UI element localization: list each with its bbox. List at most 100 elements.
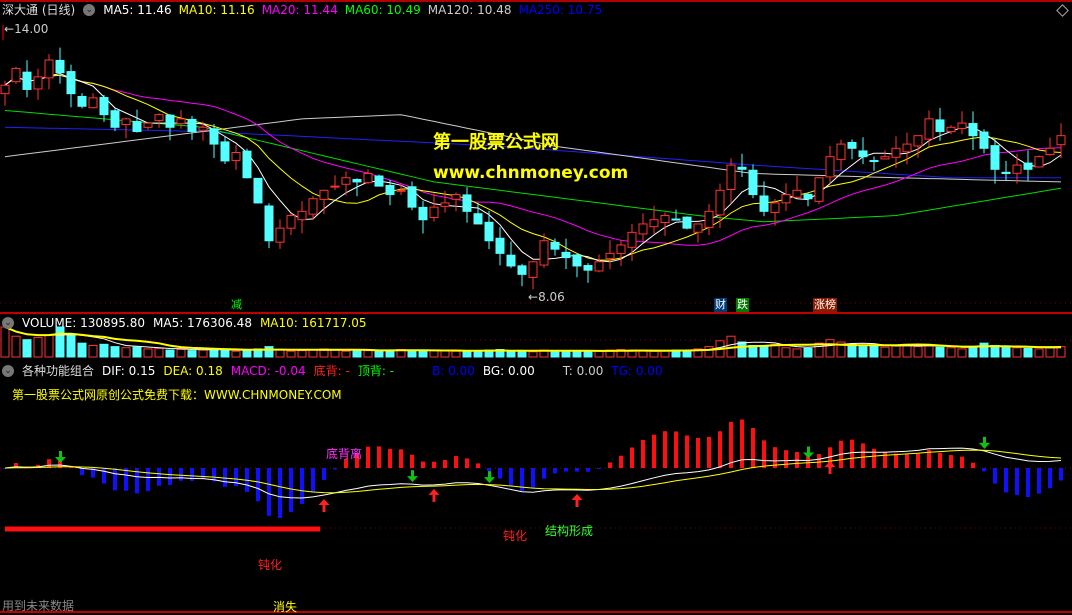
macd-histogram-bar bbox=[113, 468, 117, 491]
volume-bar bbox=[924, 344, 934, 358]
volume-bar bbox=[308, 349, 318, 358]
macd-histogram-bar bbox=[707, 436, 711, 468]
candle-down bbox=[968, 123, 978, 137]
annotation-structure-formed: 结构形成 bbox=[545, 524, 594, 538]
candle-up bbox=[660, 215, 670, 224]
macd-histogram-bar bbox=[553, 468, 557, 474]
candle-down bbox=[132, 121, 142, 132]
candle-down bbox=[418, 206, 428, 221]
volume-bar bbox=[968, 346, 978, 358]
candle-down bbox=[187, 118, 197, 132]
candle-down bbox=[572, 254, 582, 267]
chart-canvas[interactable] bbox=[0, 0, 1072, 614]
candle-up bbox=[792, 189, 802, 198]
volume-bar bbox=[297, 350, 307, 358]
low-price-label: ←8.06 bbox=[528, 290, 565, 304]
macd-histogram-bar bbox=[289, 468, 293, 513]
candle-up bbox=[814, 177, 824, 202]
volume-bar bbox=[704, 346, 714, 358]
macd-histogram-bar bbox=[454, 456, 458, 468]
candle-down bbox=[583, 265, 593, 271]
down-arrow-icon bbox=[979, 436, 990, 449]
stock-name[interactable]: 深大通 (日线) bbox=[2, 2, 75, 18]
candle-down bbox=[737, 166, 747, 170]
volume-bar bbox=[561, 350, 571, 358]
macd-histogram-bar bbox=[718, 431, 722, 468]
volume-bar bbox=[737, 341, 747, 358]
candle-up bbox=[880, 156, 890, 160]
candle-up bbox=[913, 135, 923, 147]
up-arrow-icon bbox=[318, 499, 330, 513]
candle-up bbox=[594, 261, 604, 272]
macd-histogram-bar bbox=[388, 448, 392, 468]
volume-bar bbox=[352, 349, 362, 358]
future-data-warning: 用到未来数据 bbox=[2, 599, 75, 613]
candle-up bbox=[836, 143, 846, 161]
candle-down bbox=[682, 216, 692, 229]
macd-histogram-bar bbox=[916, 453, 920, 468]
candle-down bbox=[561, 251, 571, 259]
candle-down bbox=[484, 221, 494, 242]
chevron-down-icon[interactable]: ⌄ bbox=[83, 4, 96, 16]
macd-histogram-bar bbox=[1059, 468, 1063, 481]
event-tag[interactable]: 跌 bbox=[736, 298, 749, 312]
bg-value: BG: 0.00 bbox=[482, 364, 535, 378]
candle-down bbox=[385, 184, 395, 196]
event-tag[interactable]: 减 bbox=[230, 298, 243, 312]
event-tag[interactable]: 财 bbox=[714, 298, 727, 312]
indicator-name[interactable]: 各种功能组合 bbox=[22, 363, 94, 379]
candle-down bbox=[1023, 162, 1033, 170]
volume-bar bbox=[231, 350, 241, 358]
macd-histogram-bar bbox=[421, 461, 425, 468]
candle-up bbox=[1012, 164, 1022, 174]
event-tag[interactable]: 涨榜 bbox=[813, 298, 837, 312]
candle-down bbox=[352, 179, 362, 183]
macd-histogram-bar bbox=[509, 468, 513, 486]
macd-histogram-bar bbox=[751, 427, 755, 468]
candle-up bbox=[11, 67, 21, 83]
dea-value: DEA: 0.18 bbox=[163, 364, 223, 378]
volume-bar bbox=[132, 346, 142, 358]
volume-header: ⌄ VOLUME: 130895.80 MA5: 176306.48 MA10:… bbox=[2, 315, 367, 331]
annotation-bottom-divergence: 底背离 bbox=[326, 447, 363, 461]
candle-up bbox=[1056, 135, 1066, 146]
chevron-down-icon[interactable]: ⌄ bbox=[2, 317, 14, 329]
macd-histogram-bar bbox=[311, 468, 315, 493]
candle-up bbox=[924, 118, 934, 140]
volume-bar bbox=[847, 343, 857, 358]
candle-up bbox=[176, 118, 186, 125]
candle-up bbox=[44, 59, 54, 79]
candle-down bbox=[979, 131, 989, 149]
candle-down bbox=[264, 205, 274, 242]
macd-value: MACD: -0.04 bbox=[230, 364, 306, 378]
candle-down bbox=[99, 97, 109, 116]
candle-down bbox=[935, 119, 945, 132]
ma-label: MA250: 10.75 bbox=[518, 3, 603, 17]
candle-down bbox=[66, 71, 76, 95]
macd-histogram-bar bbox=[157, 468, 161, 486]
volume-bar bbox=[803, 347, 813, 358]
macd-header: ⌄ 各种功能组合 DIF: 0.15 DEA: 0.18 MACD: -0.04… bbox=[2, 363, 663, 379]
macd-histogram-bar bbox=[531, 468, 535, 489]
annotation-blunt: 钝化 bbox=[503, 529, 528, 543]
candle-up bbox=[715, 189, 725, 216]
volume-ma10: MA10: 161717.05 bbox=[259, 316, 367, 330]
candle-up bbox=[825, 156, 835, 178]
macd-histogram-bar bbox=[498, 468, 502, 479]
volume-bar bbox=[374, 350, 384, 358]
up-arrow-icon bbox=[824, 460, 836, 474]
candle-up bbox=[770, 202, 780, 213]
promo-text[interactable]: 第一股票公式网原创公式免费下载：WWW.CHNMONEY.COM bbox=[12, 386, 342, 403]
volume-bar bbox=[154, 347, 164, 358]
macd-histogram-bar bbox=[278, 468, 282, 518]
candle-up bbox=[957, 122, 967, 129]
macd-histogram-bar bbox=[300, 468, 304, 504]
candle-down bbox=[220, 141, 230, 162]
candle-down bbox=[165, 114, 175, 128]
volume-bar bbox=[825, 339, 835, 358]
macd-histogram-bar bbox=[223, 468, 227, 487]
macd-histogram-bar bbox=[696, 437, 700, 468]
b-value: B: 0.00 bbox=[432, 364, 475, 378]
chevron-down-icon[interactable]: ⌄ bbox=[2, 365, 14, 377]
macd-histogram-bar bbox=[399, 449, 403, 468]
